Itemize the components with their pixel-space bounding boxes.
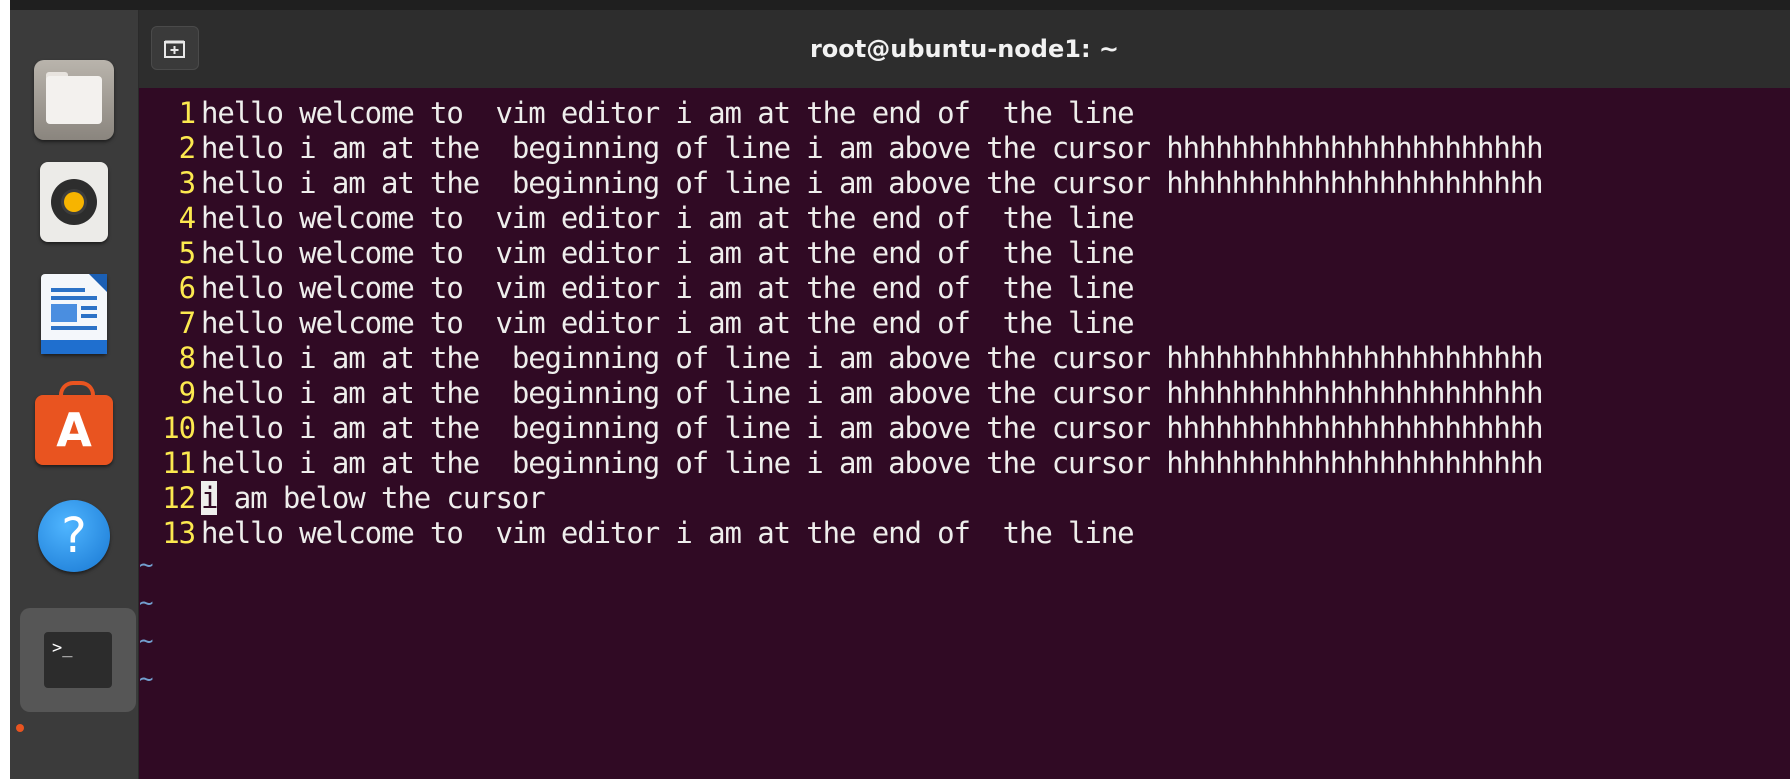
editor-line: 4 hello welcome to vim editor i am at the…: [139, 199, 1135, 237]
empty-line-marker: ~: [139, 627, 154, 655]
editor-line: 11 hello i am at the beginning of line i …: [139, 444, 1544, 482]
line-number: 4: [178, 201, 196, 235]
help-icon: ?: [38, 500, 110, 572]
editor-line: 1 hello welcome to vim editor i am at the…: [139, 94, 1135, 132]
line-number: 13: [162, 516, 196, 550]
line-text: hello welcome to vim editor i am at the …: [201, 306, 1135, 340]
terminal-view[interactable]: 1 hello welcome to vim editor i am at the…: [139, 88, 1790, 779]
line-text: hello welcome to vim editor i am at the …: [201, 236, 1135, 270]
dock-item-terminal[interactable]: >_: [20, 608, 136, 712]
line-text: hello welcome to vim editor i am at the …: [201, 201, 1135, 235]
speaker-icon: [40, 162, 108, 242]
dock: A ? >_: [10, 10, 139, 779]
dock-item-rhythmbox[interactable]: [32, 160, 116, 244]
line-text: hello welcome to vim editor i am at the …: [201, 516, 1135, 550]
document-icon: [41, 274, 107, 354]
line-number: 11: [162, 446, 196, 480]
top-bar: [10, 0, 1790, 10]
line-number: 6: [178, 271, 196, 305]
editor-line: 10 hello i am at the beginning of line i …: [139, 409, 1544, 447]
editor-line: 13 hello welcome to vim editor i am at th…: [139, 514, 1134, 552]
editor-line-cursor: 12 i am below the cursor: [139, 479, 546, 517]
line-number: 8: [178, 341, 196, 375]
dock-item-software[interactable]: A: [32, 381, 116, 472]
editor-line: 6 hello welcome to vim editor i am at the…: [139, 269, 1135, 307]
line-number: 5: [178, 236, 196, 270]
line-text: hello i am at the beginning of line i am…: [201, 166, 1544, 200]
line-text: hello i am at the beginning of line i am…: [201, 341, 1544, 375]
line-number: 9: [178, 376, 196, 410]
terminal-header-bar: root@ubuntu-node1: ~: [139, 10, 1790, 89]
dock-item-files[interactable]: [32, 58, 116, 142]
empty-line-marker: ~: [139, 589, 154, 617]
line-text: hello welcome to vim editor i am at the …: [201, 271, 1135, 305]
editor-line: 5 hello welcome to vim editor i am at the…: [139, 234, 1135, 272]
line-number: 7: [178, 306, 196, 340]
files-icon: [34, 60, 114, 140]
empty-line-marker: ~: [139, 665, 154, 693]
line-text: hello i am at the beginning of line i am…: [201, 131, 1544, 165]
line-text: hello welcome to vim editor i am at the …: [201, 96, 1135, 130]
line-number: 12: [162, 481, 196, 515]
line-number: 1: [178, 96, 196, 130]
empty-line-marker: ~: [139, 551, 154, 579]
editor-line: 2 hello i am at the beginning of line i a…: [139, 129, 1544, 167]
dock-item-help[interactable]: ?: [32, 494, 116, 578]
editor-line: 9 hello i am at the beginning of line i a…: [139, 374, 1544, 412]
shopping-bag-icon: A: [35, 381, 113, 465]
line-number: 2: [178, 131, 196, 165]
running-indicator: [16, 724, 24, 732]
line-text: hello i am at the beginning of line i am…: [201, 376, 1544, 410]
line-number: 10: [162, 411, 196, 445]
line-text: am below the cursor: [217, 481, 546, 515]
dock-item-writer[interactable]: [32, 272, 116, 356]
text-cursor[interactable]: i: [201, 481, 219, 515]
terminal-icon: >_: [42, 630, 114, 690]
window-title: root@ubuntu-node1: ~: [809, 35, 1120, 63]
line-text: hello i am at the beginning of line i am…: [201, 446, 1544, 480]
editor-line: 7 hello welcome to vim editor i am at the…: [139, 304, 1135, 342]
line-text: hello i am at the beginning of line i am…: [201, 411, 1544, 445]
editor-line: 3 hello i am at the beginning of line i a…: [139, 164, 1544, 202]
editor-line: 8 hello i am at the beginning of line i a…: [139, 339, 1544, 377]
line-number: 3: [178, 166, 196, 200]
